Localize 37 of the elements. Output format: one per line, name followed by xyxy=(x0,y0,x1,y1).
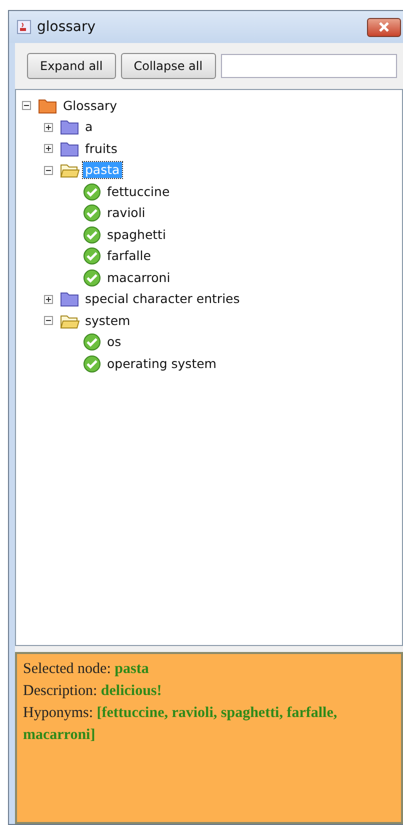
close-icon xyxy=(378,22,390,32)
check-icon xyxy=(82,354,102,373)
tree-item[interactable]: Glossary xyxy=(61,98,120,114)
check-icon xyxy=(82,333,102,352)
collapse-toggle[interactable] xyxy=(44,166,53,175)
folder-icon xyxy=(60,290,80,308)
tree-item[interactable]: fruits xyxy=(83,140,120,157)
collapse-toggle[interactable] xyxy=(22,101,31,110)
expand-all-button[interactable]: Expand all xyxy=(27,53,116,79)
folder-icon xyxy=(60,118,80,136)
check-icon xyxy=(82,182,102,201)
search-field[interactable] xyxy=(220,54,397,78)
tree-item[interactable]: os xyxy=(105,334,124,350)
tree-item[interactable]: farfalle xyxy=(105,248,153,264)
check-icon xyxy=(82,268,102,287)
window-title: glossary xyxy=(37,19,97,35)
expand-toggle[interactable] xyxy=(44,122,53,132)
tree-item[interactable]: operating system xyxy=(105,356,218,372)
expand-toggle[interactable] xyxy=(44,144,53,154)
folder-icon xyxy=(60,140,80,158)
tree-item[interactable]: spaghetti xyxy=(105,226,168,243)
close-button[interactable] xyxy=(367,18,401,36)
check-icon xyxy=(82,247,102,266)
tree-item[interactable]: ravioli xyxy=(105,205,148,222)
info-line: Selected node: pasta xyxy=(23,660,150,679)
info-line: Hyponyms: [fettuccine, ravioli, spaghetti, farfalle, macarroni] xyxy=(23,704,338,745)
expand-toggle[interactable] xyxy=(44,294,53,304)
tree-item[interactable]: macarroni xyxy=(105,270,172,286)
info-line: Description: delicious! xyxy=(23,682,163,701)
collapse-all-button[interactable]: Collapse all xyxy=(120,53,216,79)
tree-item[interactable]: a xyxy=(83,119,95,136)
collapse-toggle[interactable] xyxy=(44,316,53,326)
tree-item[interactable]: special character entries xyxy=(83,291,242,308)
check-icon xyxy=(82,226,102,244)
tree-item[interactable]: fettuccine xyxy=(105,184,172,200)
check-icon xyxy=(82,204,102,222)
tree-item[interactable]: system xyxy=(83,312,132,329)
